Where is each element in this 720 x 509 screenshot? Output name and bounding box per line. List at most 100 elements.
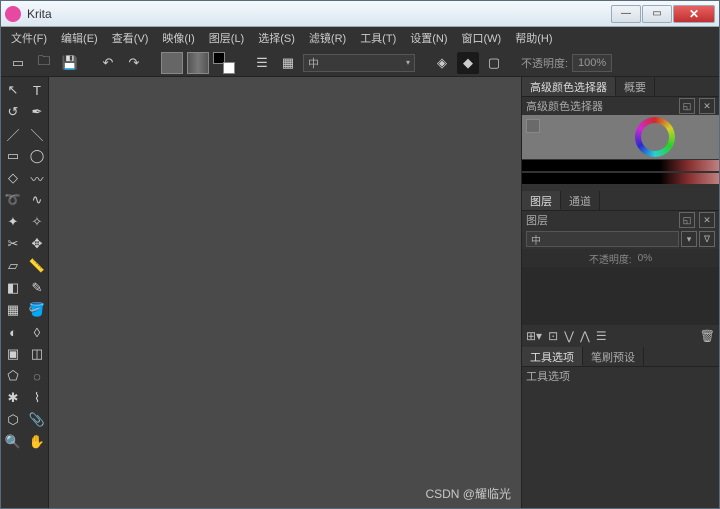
menu-layer[interactable]: 图层(L) [203,28,250,48]
gradient-tool-icon[interactable]: ◧ [1,277,25,299]
color-selector-title: 高级颜色选择器 [526,98,603,114]
wrap-icon[interactable]: ▢ [483,52,505,74]
dyna-brush-icon[interactable]: ✦ [1,211,25,233]
menu-help[interactable]: 帮助(H) [509,28,558,48]
tab-channels[interactable]: 通道 [561,191,600,210]
close-button[interactable]: ✕ [673,5,715,23]
menu-filter[interactable]: 滤镜(R) [303,28,352,48]
color-docker-tabs: 高级颜色选择器 概要 [522,77,719,97]
select-rect-icon[interactable]: ▣ [1,343,25,365]
tab-brush-presets[interactable]: 笔刷预设 [583,347,644,366]
pan-tool-icon[interactable]: ✋ [25,431,49,453]
select-similar-icon[interactable]: ◫ [25,343,49,365]
maximize-button[interactable]: ▭ [642,5,672,23]
transform-tool-icon[interactable]: ✥ [25,233,49,255]
redo-icon[interactable]: ↷ [123,52,145,74]
opacity-label: 不透明度: [521,55,568,71]
mirror-y-icon[interactable]: ◆ [457,52,479,74]
layer-blend-fav-icon[interactable]: ▾ [681,231,697,247]
line-tool-icon[interactable]: ＼ [25,123,49,145]
pattern-icon[interactable]: ▦ [277,52,299,74]
close-layer-docker-icon[interactable]: ✕ [699,212,715,228]
color-picker-icon[interactable]: ✎ [25,277,49,299]
text-tool-icon[interactable]: T [25,79,49,101]
edit-shape-icon[interactable]: ↺ [1,101,25,123]
freehand-path-icon[interactable]: ∿ [25,189,49,211]
select-magnetic-icon[interactable]: ⬡ [1,409,25,431]
move-up-icon[interactable]: ⋀ [580,329,590,343]
mirror-x-icon[interactable]: ◈ [431,52,453,74]
float-docker-icon[interactable]: ◱ [679,98,695,114]
perspective-tool-icon[interactable]: ▱ [1,255,25,277]
move-tool-icon[interactable]: ↖ [1,79,25,101]
save-icon[interactable]: 💾 [59,52,81,74]
zoom-tool-icon[interactable]: 🔍 [1,431,25,453]
color-strip-2[interactable] [522,172,719,185]
color-selector-header: 高级颜色选择器 ◱ ✕ [522,97,719,115]
color-wheel[interactable] [635,117,675,157]
menu-image[interactable]: 映像(I) [156,28,200,48]
color-strip-1[interactable] [522,159,719,172]
layer-properties-icon[interactable]: ☰ [596,329,607,343]
opacity-control: 不透明度: 100% [521,54,612,72]
opacity-value[interactable]: 100% [572,54,612,72]
tab-layers[interactable]: 图层 [522,191,561,210]
polygon-tool-icon[interactable]: ◇ [1,167,25,189]
polyline-tool-icon[interactable]: 〰 [25,167,49,189]
rect-tool-icon[interactable]: ▭ [1,145,25,167]
tab-tool-options[interactable]: 工具选项 [522,347,583,366]
color-config-icon[interactable] [526,119,540,133]
menu-settings[interactable]: 设置(N) [404,28,453,48]
app-title: Krita [27,7,611,21]
app-icon [5,6,21,22]
select-poly-icon[interactable]: ⬠ [1,365,25,387]
brush-settings-icon[interactable]: ☰ [251,52,273,74]
color-swatch[interactable] [213,52,235,74]
blend-mode-combo[interactable]: 中▾ [303,54,415,72]
assistant-tool-icon[interactable]: ◊ [25,321,49,343]
select-outline-icon[interactable]: ◌ [25,365,49,387]
select-contig-icon[interactable]: ✱ [1,387,25,409]
ellipse-tool-icon[interactable]: ◯ [25,145,49,167]
select-bezier-icon[interactable]: ⌇ [25,387,49,409]
brush-tool-icon[interactable]: ／ [1,123,25,145]
brush-preset-1[interactable] [161,52,183,74]
add-layer-icon[interactable]: ⊞▾ [526,329,542,343]
delete-layer-icon[interactable]: 🗑 [700,329,715,343]
close-docker-icon[interactable]: ✕ [699,98,715,114]
menu-tools[interactable]: 工具(T) [354,28,402,48]
reference-icon[interactable]: 📎 [25,409,49,431]
menubar: 文件(F) 编辑(E) 查看(V) 映像(I) 图层(L) 选择(S) 滤镜(R… [1,27,719,49]
minimize-button[interactable]: — [611,5,641,23]
undo-icon[interactable]: ↶ [97,52,119,74]
float-layer-docker-icon[interactable]: ◱ [679,212,695,228]
pattern-edit-icon[interactable]: ▦ [1,299,25,321]
layer-list[interactable] [522,267,719,325]
menu-select[interactable]: 选择(S) [252,28,301,48]
duplicate-layer-icon[interactable]: ⊡ [548,329,558,343]
advanced-color-selector[interactable] [522,115,719,159]
move-down-icon[interactable]: ⋁ [564,329,574,343]
layer-opacity-label: 不透明度: [589,251,632,266]
measure-tool-icon[interactable]: 📏 [25,255,49,277]
menu-file[interactable]: 文件(F) [5,28,53,48]
multibrush-icon[interactable]: ✧ [25,211,49,233]
smart-fill-icon[interactable]: ◐ [1,321,25,343]
open-icon[interactable]: 🗀 [33,52,55,74]
layer-opacity-slider[interactable]: 不透明度: 0% [522,249,719,267]
calligraphy-icon[interactable]: ✒ [25,101,49,123]
layer-blend-combo[interactable]: 中 [526,231,679,247]
menu-window[interactable]: 窗口(W) [456,28,508,48]
crop-tool-icon[interactable]: ✂ [1,233,25,255]
layer-filter-icon[interactable]: ∇ [699,231,715,247]
brush-preset-2[interactable] [187,52,209,74]
tab-overview[interactable]: 概要 [616,77,655,96]
bezier-tool-icon[interactable]: ➰ [1,189,25,211]
menu-edit[interactable]: 编辑(E) [55,28,104,48]
tab-adv-color[interactable]: 高级颜色选择器 [522,77,616,96]
fill-tool-icon[interactable]: 🪣 [25,299,49,321]
color-history[interactable] [522,159,719,185]
menu-view[interactable]: 查看(V) [106,28,155,48]
canvas-area[interactable]: CSDN @耀临光 [49,77,521,508]
new-icon[interactable]: ▭ [7,52,29,74]
